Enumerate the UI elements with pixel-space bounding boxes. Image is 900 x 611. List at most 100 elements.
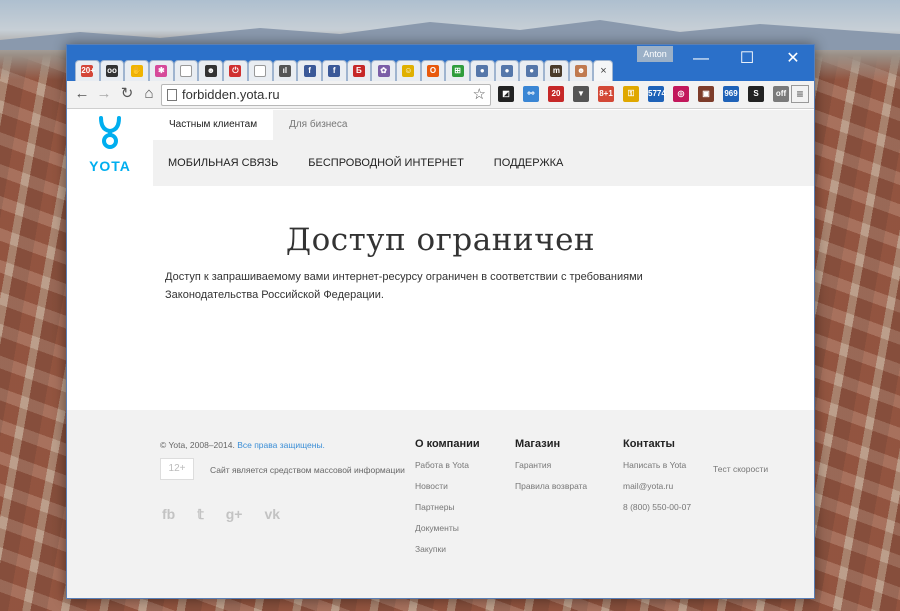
key-yellow-icon[interactable]: ⚿ (623, 86, 639, 102)
footer-link-warranty[interactable]: Гарантия (515, 460, 587, 470)
office-icon: O (426, 65, 439, 77)
smiley-yellow-icon: ☺ (402, 65, 415, 77)
image-frame-icon[interactable]: ▣ (698, 86, 714, 102)
blank-page-icon (254, 65, 267, 77)
footer-link-procurement[interactable]: Закупки (415, 544, 480, 554)
footer-link-partners[interactable]: Партнеры (415, 502, 480, 512)
footer-link-phone[interactable]: 8 (800) 550-00-07 (623, 502, 691, 512)
user-silhouette-icon: ● (501, 65, 514, 77)
facebook-icon: f (328, 65, 341, 77)
browser-tab[interactable]: ⊞ (445, 60, 470, 81)
address-bar[interactable]: forbidden.yota.ru ☆ (161, 84, 491, 106)
facebook-icon[interactable]: fb (162, 506, 175, 523)
browser-tab[interactable] (247, 60, 273, 81)
funnel-icon[interactable]: ▼ (573, 86, 589, 102)
segment-tabs: Частным клиентам Для бизнеса (153, 110, 363, 140)
footer-col-contacts: Контакты Написать в Yota mail@yota.ru 8 … (623, 438, 691, 523)
vk-icon[interactable]: vk (264, 506, 280, 523)
footer-link-news[interactable]: Новости (415, 481, 480, 491)
browser-tab[interactable]: O (420, 60, 446, 81)
tab-business[interactable]: Для бизнеса (273, 110, 363, 140)
address-text: forbidden.yota.ru (182, 87, 280, 102)
target-icon[interactable]: ◎ (673, 86, 689, 102)
browser-tab[interactable]: ● (494, 60, 520, 81)
footer-link-email[interactable]: mail@yota.ru (623, 481, 691, 491)
title-bar: 20+ oo ✋ ✱ ☻ ⏻ ıl f f Б ✿ ☺ O ⊞ ● ● ● m ☻ × Anton — ☐ ✕ (67, 45, 814, 81)
bookmark-star-icon[interactable]: ☆ (473, 85, 486, 105)
footer-heading-about: О компании (415, 438, 480, 450)
back-arrow-icon[interactable]: ← (73, 85, 91, 103)
footer-link-write[interactable]: Написать в Yota (623, 460, 691, 470)
windows-colorful-icon: ⊞ (451, 65, 464, 77)
browser-tab[interactable]: oo (99, 60, 125, 81)
footer-col-shop: Магазин Гарантия Правила возврата (515, 438, 587, 502)
nav-mobile[interactable]: МОБИЛЬНАЯ СВЯЗЬ (153, 140, 293, 186)
browser-tab[interactable]: ☻ (568, 60, 594, 81)
person-avatar-icon: ☻ (204, 65, 217, 77)
bell-counter-icon[interactable]: 20 (548, 86, 564, 102)
rights-link[interactable]: Все права защищены. (237, 440, 325, 450)
m-dark-icon: m (550, 65, 563, 77)
network-nodes-icon[interactable]: ⚯ (523, 86, 539, 102)
footer-link-careers[interactable]: Работа в Yota (415, 460, 480, 470)
browser-tab[interactable]: f (297, 60, 322, 81)
menu-icon[interactable]: ≡ (791, 85, 809, 103)
nav-support[interactable]: ПОДДЕРЖКА (479, 140, 579, 186)
browser-tab[interactable]: ● (470, 60, 495, 81)
page-icon (167, 89, 177, 101)
stock-chart-icon[interactable]: ◩ (498, 86, 514, 102)
footer-link-speed-test[interactable]: Тест скорости (713, 464, 768, 474)
web-page: YOTA Частным клиентам Для бизнеса МОБИЛЬ… (67, 110, 814, 598)
browser-tab[interactable]: Б (346, 60, 372, 81)
nav-wireless-internet[interactable]: БЕСПРОВОДНОЙ ИНТЕРНЕТ (293, 140, 479, 186)
forward-arrow-icon[interactable]: → (95, 85, 113, 103)
counter-5774-icon[interactable]: 5774 (648, 86, 666, 102)
age-rating-badge: 12+ (160, 458, 194, 480)
google-plus-icon[interactable]: g+ (226, 506, 243, 523)
browser-tab[interactable]: f (321, 60, 347, 81)
footer-link-returns[interactable]: Правила возврата (515, 481, 587, 491)
tab-strip: 20+ oo ✋ ✱ ☻ ⏻ ıl f f Б ✿ ☺ O ⊞ ● ● ● m ☻ × (75, 60, 614, 81)
user-silhouette-icon: ● (476, 65, 489, 77)
colorful-pinwheel-icon: ✱ (155, 65, 168, 77)
main-navigation: МОБИЛЬНАЯ СВЯЗЬ БЕСПРОВОДНОЙ ИНТЕРНЕТ ПО… (153, 140, 814, 186)
chart-bars-icon: ıl (278, 65, 291, 77)
browser-tab[interactable]: ✋ (124, 60, 150, 81)
footer-col-speed: Тест скорости (713, 464, 768, 485)
s-dollar-icon[interactable]: S (748, 86, 764, 102)
footer-link-documents[interactable]: Документы (415, 523, 480, 533)
browser-tab-active[interactable]: × (593, 60, 614, 81)
twitter-icon[interactable]: 𝕥 (197, 506, 204, 523)
browser-tab[interactable] (173, 60, 199, 81)
browser-window: 20+ oo ✋ ✱ ☻ ⏻ ıl f f Б ✿ ☺ O ⊞ ● ● ● m ☻ × Anton — ☐ ✕ ← →… (66, 44, 815, 599)
browser-tab[interactable]: ☻ (198, 60, 224, 81)
restriction-description: Доступ к запрашиваемому вами интернет-ре… (165, 271, 643, 301)
yota-logo[interactable]: YOTA (67, 110, 153, 185)
gplus-count-icon[interactable]: 8+1 (598, 86, 614, 102)
media-note: Сайт является средством массовой информа… (210, 465, 405, 475)
browser-tab[interactable]: ● (519, 60, 545, 81)
maximize-button[interactable]: ☐ (724, 45, 770, 75)
counter-969-icon[interactable]: 969 (723, 86, 739, 102)
browser-tab[interactable]: ıl (272, 60, 298, 81)
browser-tab[interactable]: 20+ (75, 60, 100, 81)
avatar-woman-icon: ☻ (575, 65, 588, 77)
browser-tab[interactable]: ⏻ (223, 60, 248, 81)
browser-tab[interactable]: ☺ (395, 60, 421, 81)
close-window-button[interactable]: ✕ (770, 45, 814, 75)
toggle-off-icon[interactable]: off (773, 86, 789, 102)
purple-puzzle-icon: ✿ (377, 65, 390, 77)
gmail-count-icon: 20+ (81, 65, 95, 77)
profile-button[interactable]: Anton (637, 46, 673, 62)
tab-private-clients[interactable]: Частным клиентам (153, 110, 274, 140)
close-tab-icon[interactable]: × (600, 65, 606, 77)
browser-tab[interactable]: ✱ (149, 60, 174, 81)
browser-tab[interactable]: ✿ (371, 60, 396, 81)
browser-tab[interactable]: m (544, 60, 569, 81)
reload-icon[interactable]: ↻ (118, 85, 136, 103)
copyright-text: © Yota, 2008–2014. (160, 440, 235, 450)
logo-text: YOTA (89, 158, 131, 174)
home-icon[interactable]: ⌂ (140, 85, 158, 103)
minimize-button[interactable]: — (678, 45, 724, 75)
browser-toolbar: ← → ↻ ⌂ forbidden.yota.ru ☆ ◩ ⚯ 20 ▼ 8+1 ⚿ 577… (67, 81, 814, 109)
